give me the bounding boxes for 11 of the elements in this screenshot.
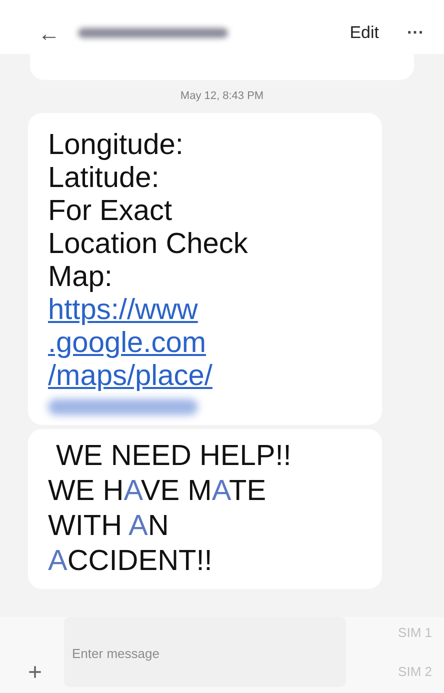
edit-button[interactable]: Edit [350,20,380,46]
message-text: WE NEED HELP!! WE HAVE MATE WITH AN ACCIDENT!! [48,438,292,578]
map-link[interactable]: .google.com [48,326,206,360]
map-link[interactable]: /maps/place/ [48,360,212,392]
add-button[interactable]: + [28,661,42,685]
timestamp: May 12, 8:43 PM [180,89,264,104]
more-button[interactable]: ··· [407,20,424,46]
map-link[interactable]: https://www [48,294,198,326]
back-button[interactable]: ← [38,16,60,50]
message-input[interactable]: Enter message [64,617,346,687]
message-text: Longitude: Latitude: For Exact Location Check Map: [48,128,249,294]
